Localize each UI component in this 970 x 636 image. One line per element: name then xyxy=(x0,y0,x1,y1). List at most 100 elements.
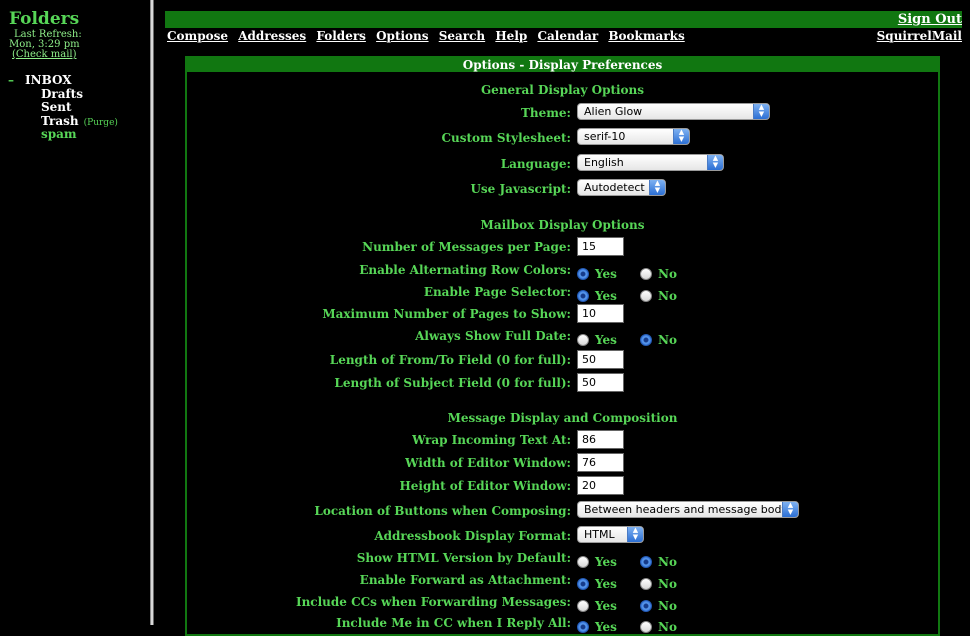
editor-height-input[interactable]: 20 xyxy=(577,476,624,495)
check-mail-link[interactable]: (Check mail) xyxy=(12,49,77,60)
collapse-icon[interactable]: – xyxy=(8,73,14,87)
buttons-location-row: Location of Buttons when Composing: Betw… xyxy=(187,501,938,521)
no-label: No xyxy=(658,619,677,634)
yes-label: Yes xyxy=(595,266,617,281)
folder-spam[interactable]: spam xyxy=(41,127,77,141)
select-arrows-icon: ▲ ▼ xyxy=(707,155,723,170)
include-me-yes-radio[interactable] xyxy=(577,620,589,633)
select-arrows-icon: ▲ ▼ xyxy=(753,104,769,119)
full-date-no-radio[interactable] xyxy=(640,333,653,346)
buttons-location-value: Between headers and message body xyxy=(584,503,788,516)
no-label: No xyxy=(658,288,677,303)
folder-sent[interactable]: Sent xyxy=(41,100,72,114)
yes-label: Yes xyxy=(595,576,617,591)
page-selector-row: Enable Page Selector: Yes No xyxy=(187,282,938,304)
no-label: No xyxy=(658,598,677,613)
top-bar: Sign Out xyxy=(165,11,962,28)
sign-out-link[interactable]: Sign Out xyxy=(898,12,962,27)
html-default-label: Show HTML Version by Default: xyxy=(356,551,571,565)
forward-attach-yes-radio[interactable] xyxy=(577,577,589,590)
alt-rows-radios: Yes No xyxy=(577,263,695,282)
squirrelmail-link[interactable]: SquirrelMail xyxy=(877,29,962,43)
folder-inbox[interactable]: – INBOX xyxy=(8,73,72,87)
from-len-input[interactable]: 50 xyxy=(577,350,624,369)
max-pages-input[interactable]: 10 xyxy=(577,304,624,323)
subject-len-input[interactable]: 50 xyxy=(577,373,624,392)
no-label: No xyxy=(658,332,677,347)
include-me-row: Include Me in CC when I Reply All: Yes N… xyxy=(187,613,938,634)
include-ccs-row: Include CCs when Forwarding Messages: Ye… xyxy=(187,592,938,614)
select-arrows-icon: ▲ ▼ xyxy=(627,527,643,542)
include-ccs-yes-radio[interactable] xyxy=(577,599,589,612)
menu-calendar[interactable]: Calendar xyxy=(537,29,598,43)
wrap-row: Wrap Incoming Text At: 86 xyxy=(187,430,938,450)
include-me-label: Include Me in CC when I Reply All: xyxy=(336,616,571,630)
stylesheet-value: serif-10 xyxy=(584,130,626,143)
page-selector-yes-radio[interactable] xyxy=(577,289,589,302)
addressbook-format-select[interactable]: HTML ▲ ▼ xyxy=(577,526,644,543)
language-label: Language: xyxy=(500,157,571,171)
menu-help[interactable]: Help xyxy=(495,29,527,43)
subject-len-row: Length of Subject Field (0 for full): 50 xyxy=(187,373,938,393)
html-default-radios: Yes No xyxy=(577,551,695,570)
folder-inbox-label: INBOX xyxy=(25,73,72,87)
forward-attach-radios: Yes No xyxy=(577,573,695,592)
stylesheet-row: Custom Stylesheet: serif-10 ▲ ▼ xyxy=(187,128,938,148)
no-label: No xyxy=(658,576,677,591)
wrap-input[interactable]: 86 xyxy=(577,430,624,449)
select-arrows-icon: ▲ ▼ xyxy=(649,180,665,195)
include-ccs-no-radio[interactable] xyxy=(640,599,653,612)
menu-addresses[interactable]: Addresses xyxy=(238,29,306,43)
javascript-value: Autodetect xyxy=(584,181,645,194)
forward-attach-label: Enable Forward as Attachment: xyxy=(359,573,571,587)
wrap-label: Wrap Incoming Text At: xyxy=(412,433,571,447)
full-date-yes-radio[interactable] xyxy=(577,333,589,346)
include-me-no-radio[interactable] xyxy=(640,620,653,633)
check-mail-link-wrap: (Check mail) xyxy=(12,49,77,60)
theme-select[interactable]: Alien Glow ▲ ▼ xyxy=(577,103,770,120)
per-page-row: Number of Messages per Page: 15 xyxy=(187,237,938,257)
folder-drafts[interactable]: Drafts xyxy=(41,87,83,101)
folder-pane: Folders Last Refresh: Mon, 3:29 pm (Chec… xyxy=(0,0,150,625)
max-pages-label: Maximum Number of Pages to Show: xyxy=(322,307,571,321)
folder-trash[interactable]: Trash (Purge) xyxy=(41,114,118,128)
html-default-yes-radio[interactable] xyxy=(577,555,589,568)
editor-width-label: Width of Editor Window: xyxy=(405,456,571,470)
menu-bookmarks[interactable]: Bookmarks xyxy=(608,29,684,43)
javascript-row: Use Javascript: Autodetect ▲ ▼ xyxy=(187,179,938,199)
editor-width-input[interactable]: 76 xyxy=(577,453,624,472)
javascript-select[interactable]: Autodetect ▲ ▼ xyxy=(577,179,666,196)
page-selector-no-radio[interactable] xyxy=(640,289,653,302)
frame-divider[interactable] xyxy=(150,0,154,625)
addressbook-format-row: Addressbook Display Format: HTML ▲ ▼ xyxy=(187,526,938,546)
menu-folders[interactable]: Folders xyxy=(316,29,366,43)
from-len-label: Length of From/To Field (0 for full): xyxy=(329,353,571,367)
folders-title: Folders xyxy=(9,9,80,29)
html-default-no-radio[interactable] xyxy=(640,555,653,568)
page-selector-radios: Yes No xyxy=(577,285,695,304)
theme-row: Theme: Alien Glow ▲ ▼ xyxy=(187,103,938,123)
mailbox-display-title: Mailbox Display Options xyxy=(480,218,645,232)
max-pages-row: Maximum Number of Pages to Show: 10 xyxy=(187,304,938,324)
menu-options[interactable]: Options xyxy=(376,29,428,43)
alt-rows-yes-radio[interactable] xyxy=(577,267,589,280)
menu-compose[interactable]: Compose xyxy=(167,29,228,43)
per-page-input[interactable]: 15 xyxy=(577,237,624,256)
forward-attach-no-radio[interactable] xyxy=(640,577,653,590)
general-display-title: General Display Options xyxy=(480,83,645,97)
page-selector-label: Enable Page Selector: xyxy=(423,285,571,299)
yes-label: Yes xyxy=(595,554,617,569)
menu-search[interactable]: Search xyxy=(439,29,485,43)
buttons-location-label: Location of Buttons when Composing: xyxy=(314,504,571,518)
include-ccs-radios: Yes No xyxy=(577,595,695,614)
yes-label: Yes xyxy=(595,332,617,347)
buttons-location-select[interactable]: Between headers and message body ▲ ▼ xyxy=(577,501,799,518)
alt-rows-no-radio[interactable] xyxy=(640,267,653,280)
stylesheet-select[interactable]: serif-10 ▲ ▼ xyxy=(577,128,690,145)
language-row: Language: English ▲ ▼ xyxy=(187,154,938,174)
purge-link[interactable]: (Purge) xyxy=(84,118,118,128)
panel-title: Options - Display Preferences xyxy=(187,58,938,72)
include-ccs-label: Include CCs when Forwarding Messages: xyxy=(295,595,571,609)
addressbook-format-label: Addressbook Display Format: xyxy=(374,529,571,543)
language-select[interactable]: English ▲ ▼ xyxy=(577,154,724,171)
